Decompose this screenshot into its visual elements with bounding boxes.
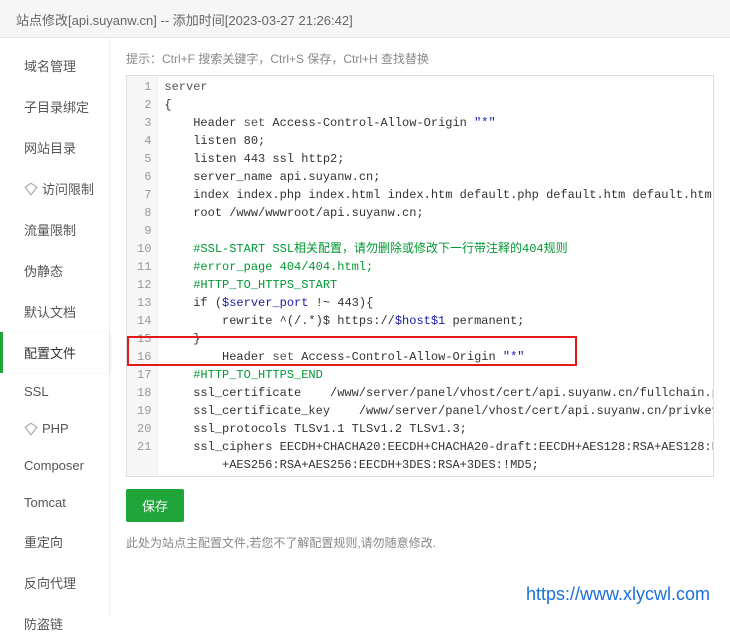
sidebar-item-label: 配置文件 [24,343,76,362]
sidebar-item-label: 重定向 [24,532,63,551]
code-line-16[interactable]: Header set Access-Control-Allow-Origin "… [164,348,713,366]
sidebar-item-label: PHP [42,421,69,436]
sidebar-item-11[interactable]: Tomcat [0,484,109,521]
save-button[interactable]: 保存 [126,489,184,522]
sidebar-item-1[interactable]: 子目录绑定 [0,86,109,127]
sidebar-item-label: 反向代理 [24,573,76,592]
sidebar-item-9[interactable]: PHP [0,410,109,447]
sidebar-item-12[interactable]: 重定向 [0,521,109,562]
sidebar-item-3[interactable]: 访问限制 [0,168,109,209]
code-line-4[interactable]: listen 80; [164,132,713,150]
code-line-9[interactable] [164,222,713,240]
code-line-7[interactable]: index index.php index.html index.htm def… [164,186,713,204]
code-line-5[interactable]: listen 443 ssl http2; [164,150,713,168]
sidebar: 域名管理子目录绑定网站目录访问限制流量限制伪静态默认文档配置文件 SSL PHP Co… [0,0,110,617]
sidebar-item-label: 域名管理 [24,56,76,75]
hint-text: 提示：Ctrl+F 搜索关键字，Ctrl+S 保存，Ctrl+H 查找替换 [126,50,714,67]
sidebar-item-6[interactable]: 默认文档 [0,291,109,332]
watermark-link[interactable]: https://www.xlycwl.com [526,584,710,605]
sidebar-item-4[interactable]: 流量限制 [0,209,109,250]
sidebar-item-0[interactable]: 域名管理 [0,45,109,86]
code-line-13[interactable]: if ($server_port !~ 443){ [164,294,713,312]
footer-note: 此处为站点主配置文件,若您不了解配置规则,请勿随意修改. [126,534,714,551]
code-editor[interactable]: 123456789101112131415161718192021 server… [126,75,714,477]
content-panel: 提示：Ctrl+F 搜索关键字，Ctrl+S 保存，Ctrl+H 查找替换 12… [110,0,730,617]
sidebar-item-5[interactable]: 伪静态 [0,250,109,291]
sidebar-item-label: 默认文档 [24,302,76,321]
sidebar-item-8[interactable]: SSL [0,373,109,410]
code-line-18[interactable]: ssl_certificate /www/server/panel/vhost/… [164,384,713,402]
sidebar-item-label: 流量限制 [24,220,76,239]
sidebar-item-label: 伪静态 [24,261,63,280]
sidebar-item-label: Tomcat [24,495,66,510]
code-line-22[interactable]: +AES256:RSA+AES256:EECDH+3DES:RSA+3DES:!… [164,456,713,474]
sidebar-item-label: SSL [24,384,49,399]
sidebar-item-14[interactable]: 防盗链 [0,603,109,644]
code-line-2[interactable]: { [164,96,713,114]
code-line-21[interactable]: ssl_ciphers EECDH+CHACHA20:EECDH+CHACHA2… [164,438,713,456]
code-body[interactable]: server{ Header set Access-Control-Allow-… [158,76,713,476]
code-line-3[interactable]: Header set Access-Control-Allow-Origin "… [164,114,713,132]
code-line-10[interactable]: #SSL-START SSL相关配置，请勿删除或修改下一行带注释的404规则 [164,240,713,258]
code-line-20[interactable]: ssl_protocols TLSv1.1 TLSv1.2 TLSv1.3; [164,420,713,438]
sidebar-item-7[interactable]: 配置文件 [0,332,109,373]
code-line-6[interactable]: server_name api.suyanw.cn; [164,168,713,186]
sidebar-item-label: 访问限制 [42,179,94,198]
code-line-11[interactable]: #error_page 404/404.html; [164,258,713,276]
code-line-17[interactable]: #HTTP_TO_HTTPS_END [164,366,713,384]
diamond-icon [24,182,38,196]
sidebar-item-label: 网站目录 [24,138,76,157]
sidebar-item-label: Composer [24,458,84,473]
sidebar-item-2[interactable]: 网站目录 [0,127,109,168]
sidebar-item-label: 子目录绑定 [24,97,89,116]
diamond-icon [24,422,38,436]
sidebar-item-10[interactable]: Composer [0,447,109,484]
code-line-8[interactable]: root /www/wwwroot/api.suyanw.cn; [164,204,713,222]
line-gutter: 123456789101112131415161718192021 [127,76,158,476]
code-line-12[interactable]: #HTTP_TO_HTTPS_START [164,276,713,294]
code-line-19[interactable]: ssl_certificate_key /www/server/panel/vh… [164,402,713,420]
code-line-14[interactable]: rewrite ^(/.*)$ https://$host$1 permanen… [164,312,713,330]
code-line-15[interactable]: } [164,330,713,348]
code-line-1[interactable]: server [164,78,713,96]
sidebar-item-13[interactable]: 反向代理 [0,562,109,603]
